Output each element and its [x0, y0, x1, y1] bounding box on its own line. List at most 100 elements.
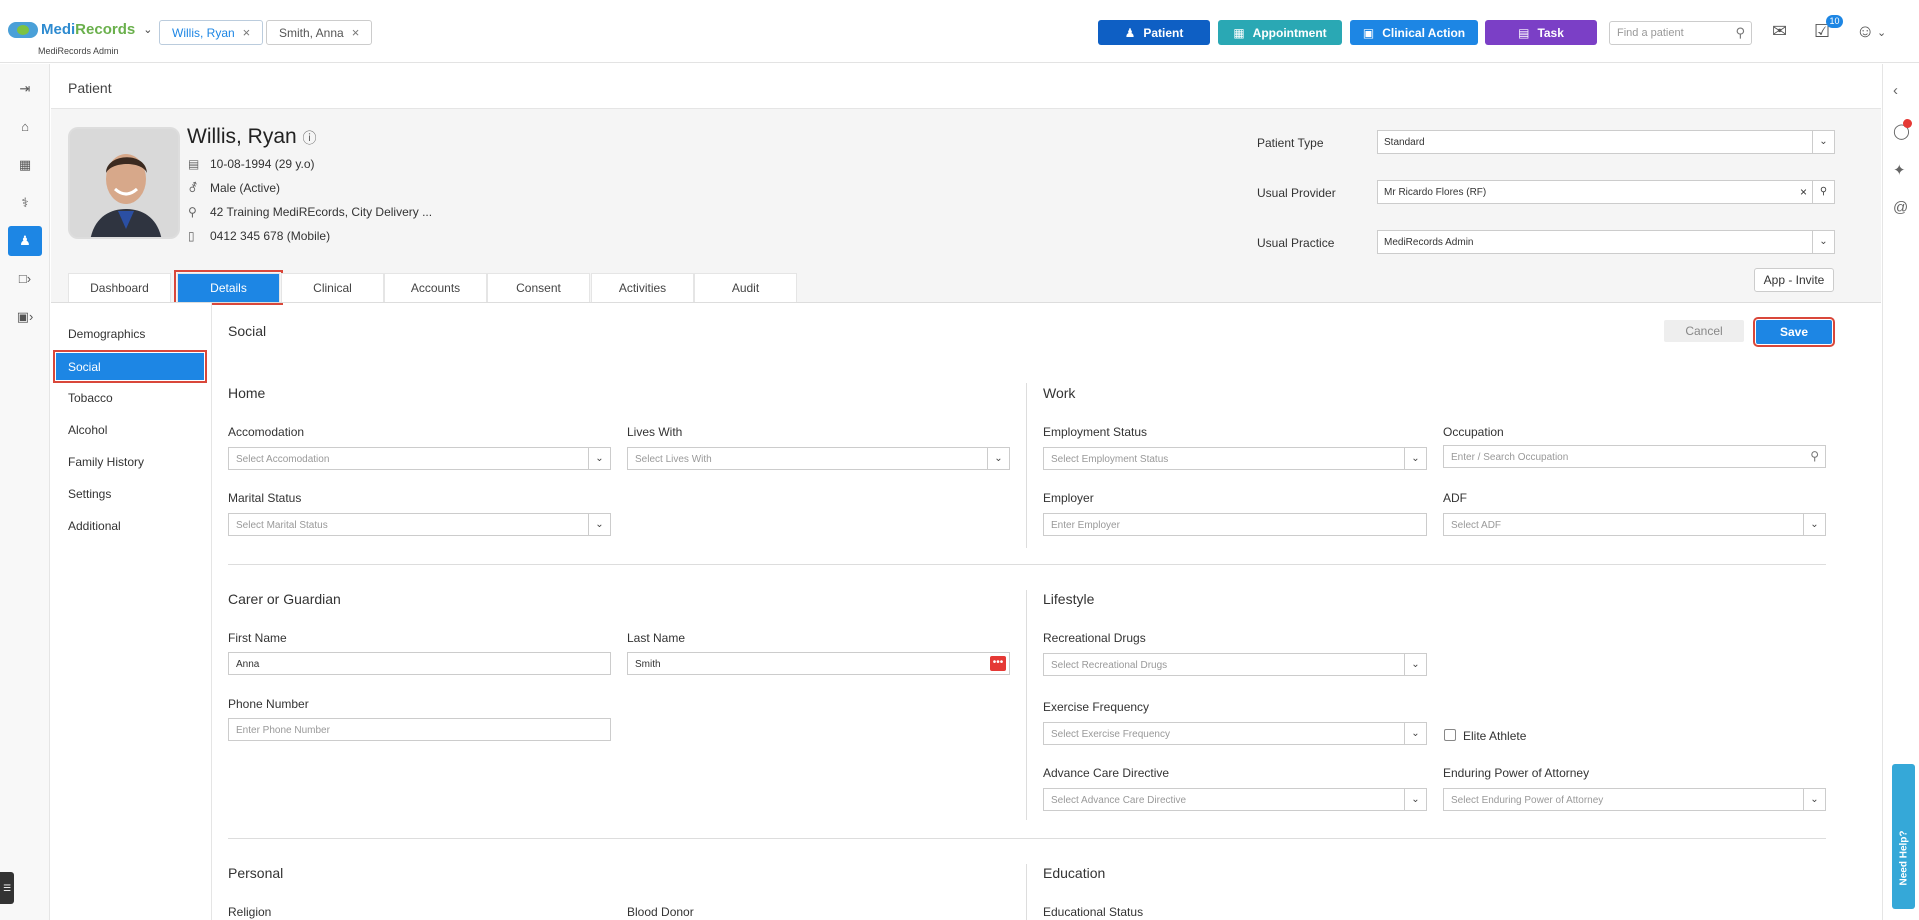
subnav-item-settings[interactable]: Settings	[68, 487, 111, 501]
stethoscope-icon[interactable]: ⚕	[14, 192, 36, 214]
mail-icon[interactable]: ✉	[1772, 21, 1787, 42]
chevron-down-icon[interactable]: ⌄	[1803, 514, 1825, 535]
clinical-action-button[interactable]: ▣ Clinical Action	[1350, 20, 1478, 45]
user-account-icon[interactable]: ☺	[1856, 21, 1874, 42]
usual-practice-select[interactable]: MediRecords Admin ⌄	[1377, 230, 1835, 254]
save-button[interactable]: Save	[1753, 317, 1835, 347]
search-icon[interactable]: ⚲	[1810, 449, 1819, 463]
advance-care-directive-select[interactable]: Select Advance Care Directive ⌄	[1043, 788, 1427, 811]
button-label: Appointment	[1252, 25, 1327, 40]
tab-accounts[interactable]: Accounts	[384, 273, 487, 302]
subnav-item-demographics[interactable]: Demographics	[68, 327, 145, 341]
adf-select[interactable]: Select ADF ⌄	[1443, 513, 1826, 536]
chevron-down-icon[interactable]: ⌄	[1812, 131, 1834, 153]
usual-provider-select[interactable]: Mr Ricardo Flores (RF) × ⚲	[1377, 180, 1835, 204]
chevron-down-icon[interactable]: ⌄	[1404, 654, 1426, 675]
need-help-button[interactable]: Need Help?	[1892, 764, 1915, 909]
subnav-item-alcohol[interactable]: Alcohol	[68, 423, 107, 437]
calendar-icon[interactable]: ▦	[14, 154, 36, 176]
clear-icon[interactable]: ×	[1800, 185, 1807, 199]
employment-status-select[interactable]: Select Employment Status ⌄	[1043, 447, 1427, 470]
carer-last-name-input[interactable]: Smith •••	[627, 652, 1010, 675]
chevron-left-icon[interactable]: ‹	[1893, 82, 1898, 99]
religion-label: Religion	[228, 905, 272, 919]
chevron-down-icon[interactable]: ⌄	[1404, 723, 1426, 744]
chevron-down-icon[interactable]: ⌄	[1877, 26, 1886, 39]
app-logo[interactable]: MediRecords ⌄	[8, 21, 152, 38]
chevron-down-icon[interactable]: ⌄	[987, 448, 1009, 469]
exercise-frequency-select[interactable]: Select Exercise Frequency ⌄	[1043, 722, 1427, 745]
elite-athlete-label: Elite Athlete	[1463, 729, 1527, 743]
calendar-icon: ▦	[1233, 25, 1245, 40]
close-icon[interactable]: ×	[352, 25, 360, 40]
carer-first-name-input[interactable]: Anna	[228, 652, 611, 675]
cancel-button[interactable]: Cancel	[1664, 320, 1744, 342]
chevron-down-icon[interactable]: ⌄	[588, 448, 610, 469]
placeholder: Enter Phone Number	[236, 725, 330, 736]
placeholder: Select ADF	[1451, 520, 1502, 531]
patient-type-select[interactable]: Standard ⌄	[1377, 130, 1835, 154]
usual-practice-value: MediRecords Admin	[1384, 237, 1474, 248]
section-divider	[228, 564, 1826, 565]
placeholder: Select Lives With	[635, 454, 712, 465]
tab-details[interactable]: Details	[174, 270, 283, 305]
accomodation-select[interactable]: Select Accomodation ⌄	[228, 447, 611, 470]
new-task-button[interactable]: ▤ Task	[1485, 20, 1597, 45]
page-header: Patient	[51, 64, 1881, 109]
carer-phone-input[interactable]: Enter Phone Number	[228, 718, 611, 741]
details-subnav: Demographics Social Tobacco Alcohol Fami…	[51, 303, 212, 920]
pin-icon[interactable]: ✦	[1893, 161, 1906, 179]
person-icon: ♟	[1124, 25, 1136, 40]
chevron-down-icon[interactable]: ⌄	[1404, 448, 1426, 469]
left-nav-rail: ⇥ ⌂ ▦ ⚕ ♟ □› ▣› ☰	[0, 64, 50, 920]
search-icon[interactable]: ⚲	[1735, 25, 1745, 41]
location-icon: ⚲	[188, 205, 197, 219]
home-icon[interactable]: ⌂	[14, 116, 36, 138]
at-sign-icon[interactable]: @	[1893, 199, 1908, 216]
employer-label: Employer	[1043, 491, 1094, 505]
chevron-down-icon[interactable]: ⌄	[143, 23, 152, 36]
tab-consent[interactable]: Consent	[487, 273, 590, 302]
elite-athlete-checkbox[interactable]	[1444, 729, 1456, 741]
patient-photo	[68, 127, 180, 239]
new-appointment-button[interactable]: ▦ Appointment	[1218, 20, 1342, 45]
app-invite-button[interactable]: App - Invite	[1754, 268, 1834, 292]
patient-tab-willis[interactable]: Willis, Ryan ×	[159, 20, 264, 45]
info-icon[interactable]: ⓘ	[303, 130, 317, 146]
folder-share-icon[interactable]: ▣›	[14, 306, 36, 328]
section-personal-heading: Personal	[228, 865, 284, 881]
gender-icon: ⚦	[188, 181, 199, 195]
patient-tab-smith[interactable]: Smith, Anna ×	[266, 20, 373, 45]
new-patient-button[interactable]: ♟ Patient	[1098, 20, 1210, 45]
occupation-label: Occupation	[1443, 425, 1504, 439]
lives-with-select[interactable]: Select Lives With ⌄	[627, 447, 1010, 470]
occupation-input[interactable]: Enter / Search Occupation ⚲	[1443, 445, 1826, 468]
tab-activities[interactable]: Activities	[591, 273, 694, 302]
search-icon[interactable]: ⚲	[1812, 181, 1834, 203]
folder-icon[interactable]: □›	[14, 268, 36, 290]
chevron-down-icon[interactable]: ⌄	[1803, 789, 1825, 810]
recreational-drugs-select[interactable]: Select Recreational Drugs ⌄	[1043, 653, 1427, 676]
tab-clinical[interactable]: Clinical	[281, 273, 384, 302]
close-icon[interactable]: ×	[243, 25, 251, 40]
section-education-heading: Education	[1043, 865, 1106, 881]
subnav-item-additional[interactable]: Additional	[68, 519, 121, 533]
employer-input[interactable]: Enter Employer	[1043, 513, 1427, 536]
cloud-logo-icon	[8, 21, 38, 38]
patient-search-input[interactable]: Find a patient ⚲	[1609, 21, 1752, 45]
tab-audit[interactable]: Audit	[694, 273, 797, 302]
tab-dashboard[interactable]: Dashboard	[68, 273, 171, 302]
side-drawer-handle-icon[interactable]: ☰	[0, 872, 14, 904]
chevron-down-icon[interactable]: ⌄	[588, 514, 610, 535]
need-help-label: Need Help?	[1898, 830, 1910, 886]
more-options-icon[interactable]: •••	[990, 656, 1006, 671]
marital-status-select[interactable]: Select Marital Status ⌄	[228, 513, 611, 536]
subnav-item-tobacco[interactable]: Tobacco	[68, 391, 113, 405]
subnav-item-social[interactable]: Social	[53, 350, 207, 383]
enduring-power-of-attorney-select[interactable]: Select Enduring Power of Attorney ⌄	[1443, 788, 1826, 811]
patients-icon[interactable]: ♟	[8, 226, 42, 256]
subnav-item-family-history[interactable]: Family History	[68, 455, 144, 469]
chevron-down-icon[interactable]: ⌄	[1404, 789, 1426, 810]
chevron-down-icon[interactable]: ⌄	[1812, 231, 1834, 253]
expand-menu-icon[interactable]: ⇥	[14, 78, 36, 100]
